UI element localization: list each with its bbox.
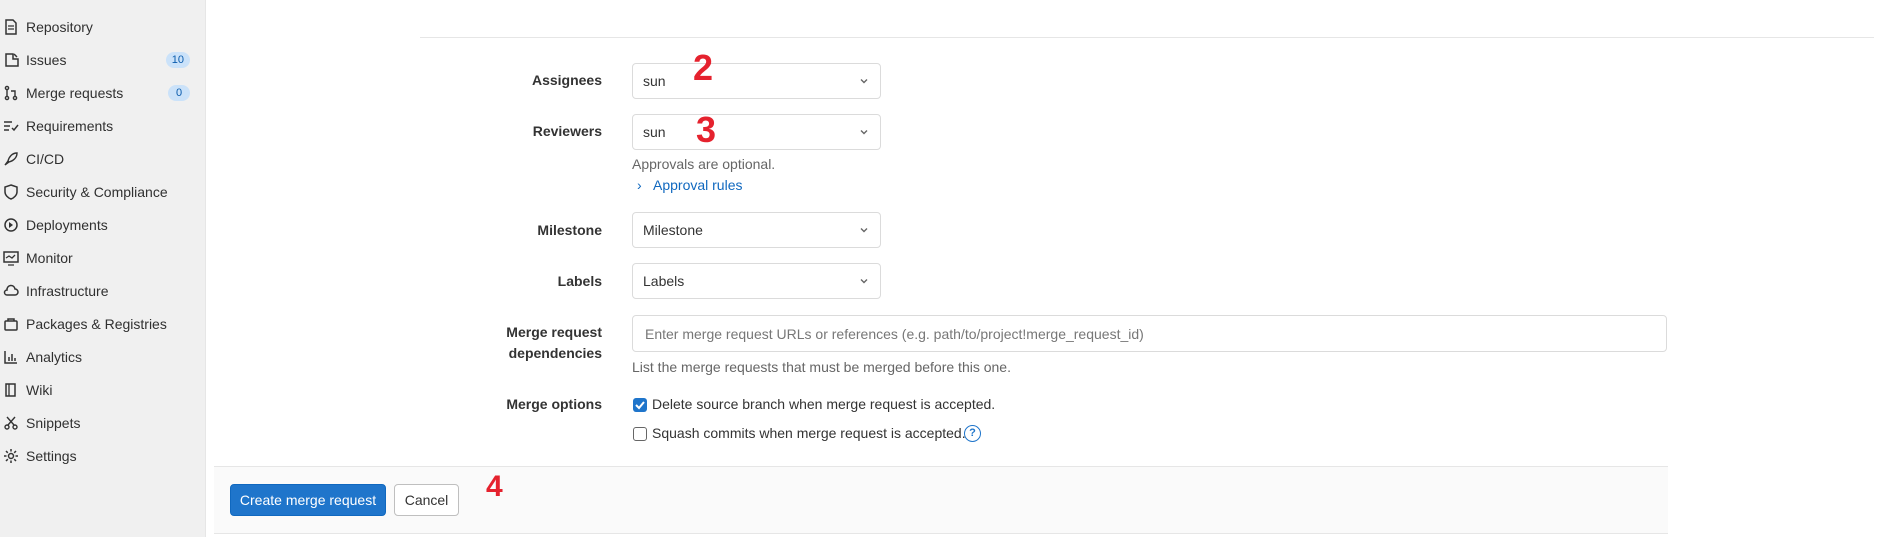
sidebar-item-deployments[interactable]: Deployments bbox=[0, 208, 206, 241]
sidebar-item-infrastructure[interactable]: Infrastructure bbox=[0, 274, 206, 307]
merge-requests-count-badge: 0 bbox=[168, 85, 190, 101]
labels-dropdown[interactable]: Labels bbox=[632, 263, 881, 299]
deployments-icon bbox=[3, 217, 19, 233]
sidebar-item-label: Wiki bbox=[26, 381, 53, 398]
merge-options-label: Merge options bbox=[506, 396, 602, 412]
rocket-icon bbox=[3, 151, 19, 167]
squash-commits-label: Squash commits when merge request is acc… bbox=[652, 425, 966, 441]
assignees-value: sun bbox=[643, 73, 666, 89]
sidebar-item-label: Issues bbox=[26, 51, 67, 68]
approval-rules-link[interactable]: › Approval rules bbox=[637, 177, 743, 193]
sidebar-item-settings[interactable]: Settings bbox=[0, 439, 206, 472]
sidebar-item-label: Snippets bbox=[26, 414, 81, 431]
sidebar-item-issues[interactable]: Issues 10 bbox=[0, 43, 206, 76]
sidebar-item-label: Monitor bbox=[26, 249, 73, 266]
gear-icon bbox=[3, 448, 19, 464]
chevron-down-icon bbox=[858, 75, 870, 87]
assignees-dropdown[interactable]: sun bbox=[632, 63, 881, 99]
merge-request-icon bbox=[3, 85, 19, 101]
sidebar-item-label: Analytics bbox=[26, 348, 83, 365]
chevron-down-icon bbox=[858, 275, 870, 287]
approvals-help-text: Approvals are optional. bbox=[632, 156, 776, 172]
chevron-down-icon bbox=[858, 126, 870, 138]
sidebar: Repository Issues 10 Merge requests 0 Re… bbox=[0, 0, 206, 537]
dependencies-label-line2: dependencies bbox=[508, 345, 602, 361]
sidebar-item-analytics[interactable]: Analytics bbox=[0, 340, 206, 373]
sidebar-item-label: CI/CD bbox=[26, 150, 65, 167]
dependencies-help-text: List the merge requests that must be mer… bbox=[632, 359, 1011, 375]
scissors-icon bbox=[3, 415, 19, 431]
delete-source-label: Delete source branch when merge request … bbox=[652, 396, 996, 412]
annotation-4: 4 bbox=[486, 470, 503, 503]
cancel-button[interactable]: Cancel bbox=[394, 484, 459, 516]
labels-label: Labels bbox=[557, 273, 602, 289]
milestone-value: Milestone bbox=[643, 222, 703, 238]
dependencies-label: Merge request dependencies bbox=[422, 322, 602, 364]
sidebar-item-label: Security & Compliance bbox=[26, 183, 168, 200]
sidebar-item-label: Infrastructure bbox=[26, 282, 109, 299]
sidebar-item-security[interactable]: Security & Compliance bbox=[0, 175, 206, 208]
sidebar-item-label: Packages & Registries bbox=[26, 315, 167, 332]
shield-icon bbox=[3, 184, 19, 200]
sidebar-item-requirements[interactable]: Requirements bbox=[0, 109, 206, 142]
reviewers-dropdown[interactable]: sun bbox=[632, 114, 881, 150]
package-icon bbox=[3, 316, 19, 332]
book-icon bbox=[3, 382, 19, 398]
monitor-icon bbox=[3, 250, 19, 266]
milestone-dropdown[interactable]: Milestone bbox=[632, 212, 881, 248]
labels-value: Labels bbox=[643, 273, 685, 289]
requirements-icon bbox=[3, 118, 19, 134]
sidebar-item-packages[interactable]: Packages & Registries bbox=[0, 307, 206, 340]
sidebar-item-monitor[interactable]: Monitor bbox=[0, 241, 206, 274]
sidebar-item-label: Merge requests bbox=[26, 84, 124, 101]
delete-source-checkbox[interactable] bbox=[633, 398, 647, 412]
repository-icon bbox=[3, 19, 19, 35]
reviewers-label: Reviewers bbox=[532, 123, 602, 139]
sidebar-item-label: Repository bbox=[26, 18, 93, 35]
chevron-right-icon: › bbox=[637, 177, 642, 193]
chart-icon bbox=[3, 349, 19, 365]
dependencies-label-line1: Merge request bbox=[506, 324, 602, 340]
assignees-label: Assignees bbox=[531, 72, 602, 88]
reviewers-value: sun bbox=[643, 124, 666, 140]
section-divider bbox=[420, 37, 1874, 38]
annotation-3: 3 bbox=[696, 109, 717, 150]
sidebar-item-label: Settings bbox=[26, 447, 77, 464]
milestone-label: Milestone bbox=[537, 222, 602, 238]
sidebar-item-wiki[interactable]: Wiki bbox=[0, 373, 206, 406]
chevron-down-icon bbox=[858, 224, 870, 236]
sidebar-item-label: Deployments bbox=[26, 216, 108, 233]
sidebar-item-label: Requirements bbox=[26, 117, 114, 134]
sidebar-item-cicd[interactable]: CI/CD bbox=[0, 142, 206, 175]
approval-rules-label: Approval rules bbox=[653, 177, 743, 193]
sidebar-item-repository[interactable]: Repository bbox=[0, 10, 206, 43]
merge-request-form: Assignees sun 2 Reviewers sun 3 Approval… bbox=[206, 0, 1884, 537]
sidebar-item-merge-requests[interactable]: Merge requests 0 bbox=[0, 76, 206, 109]
sidebar-item-snippets[interactable]: Snippets bbox=[0, 406, 206, 439]
create-merge-request-button[interactable]: Create merge request bbox=[230, 484, 386, 516]
question-circle-icon[interactable]: ? bbox=[964, 425, 981, 442]
squash-commits-checkbox[interactable] bbox=[633, 427, 647, 441]
issues-icon bbox=[3, 52, 19, 68]
issues-count-badge: 10 bbox=[165, 52, 190, 68]
dependencies-input[interactable] bbox=[632, 315, 1667, 352]
cloud-icon bbox=[3, 283, 19, 299]
annotation-2: 2 bbox=[693, 47, 714, 88]
